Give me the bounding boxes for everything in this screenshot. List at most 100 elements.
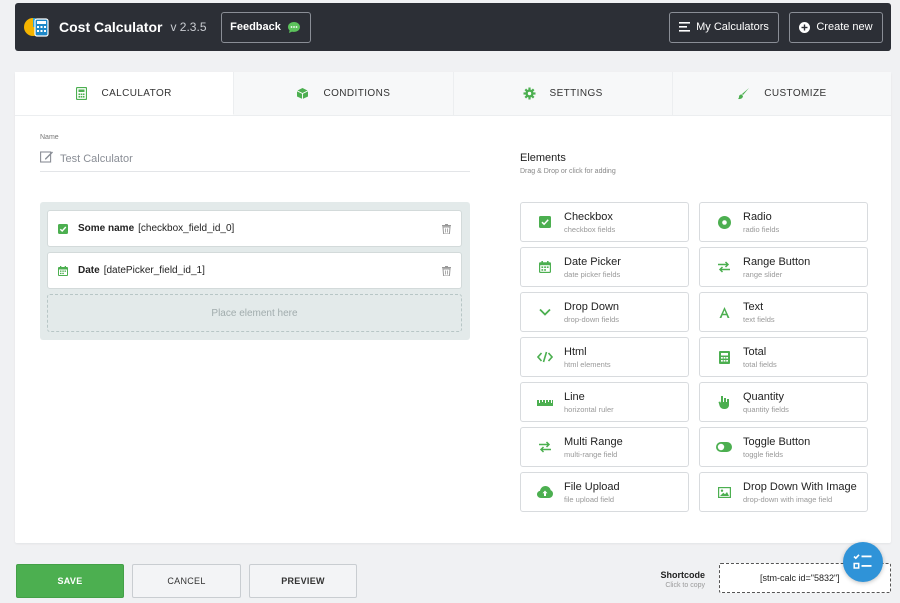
chat-bubble-icon [287, 21, 301, 34]
checkbox-icon [537, 214, 553, 230]
element-total[interactable]: Total total fields [699, 337, 868, 377]
element-drop-down[interactable]: Drop Down drop-down fields [520, 292, 689, 332]
element-drop-down-with-image[interactable]: Drop Down With Image drop-down with image… [699, 472, 868, 512]
top-bar: Cost Calculator v 2.3.5 Feedback My Calc… [15, 3, 891, 51]
checkbox-icon [58, 223, 68, 234]
element-desc: text fields [743, 314, 775, 324]
element-name: Quantity [743, 390, 784, 403]
element-desc: html elements [564, 359, 611, 369]
element-name: Drop Down [564, 300, 620, 313]
calculator-drop-zone[interactable]: Some name [checkbox_field_id_0] Date [da… [40, 202, 470, 340]
arrows-icon [537, 439, 553, 455]
element-name: Drop Down With Image [743, 480, 857, 493]
calculator-name-field[interactable]: Test Calculator [40, 150, 470, 172]
tab-label: CALCULATOR [101, 87, 172, 99]
element-toggle-button[interactable]: Toggle Button toggle fields [699, 427, 868, 467]
tab-bar: CALCULATOR CONDITIONS SETTINGS CUSTOMIZE [15, 72, 891, 116]
element-name: Line [564, 390, 585, 403]
trash-icon[interactable] [442, 265, 451, 276]
element-desc: total fields [743, 359, 777, 369]
gear-icon [523, 87, 536, 100]
form-field-checkbox[interactable]: Some name [checkbox_field_id_0] [47, 210, 462, 247]
main-panel: CALCULATOR CONDITIONS SETTINGS CUSTOMIZE… [15, 72, 891, 543]
create-new-button[interactable]: Create new [789, 11, 883, 43]
field-name: Some name [78, 223, 135, 234]
list-icon [679, 22, 691, 32]
element-name: Multi Range [564, 435, 623, 448]
checklist-icon [853, 553, 873, 571]
my-calculators-button[interactable]: My Calculators [669, 11, 779, 43]
element-file-upload[interactable]: File Upload file upload field [520, 472, 689, 512]
preview-button[interactable]: PREVIEW [249, 564, 357, 598]
text-icon [716, 304, 732, 320]
app-logo-icon [23, 13, 51, 41]
tab-conditions[interactable]: CONDITIONS [234, 72, 454, 115]
tab-customize[interactable]: CUSTOMIZE [673, 72, 891, 115]
tab-calculator[interactable]: CALCULATOR [15, 72, 235, 115]
radio-icon [716, 214, 732, 230]
calendar-icon [58, 265, 68, 276]
element-name: Range Button [743, 255, 811, 268]
element-desc: toggle fields [743, 449, 784, 459]
brush-icon [737, 87, 750, 100]
shortcode-hint: Click to copy [665, 582, 705, 589]
element-html[interactable]: Html html elements [520, 337, 689, 377]
plus-circle-icon [799, 21, 811, 33]
element-desc: date picker fields [564, 269, 621, 279]
element-name: Total [743, 345, 767, 358]
element-name: Text [743, 300, 764, 313]
arrows-icon [716, 259, 732, 275]
cancel-button[interactable]: CANCEL [132, 564, 241, 598]
element-desc: multi-range field [564, 449, 618, 459]
element-desc: quantity fields [743, 404, 789, 414]
element-date-picker[interactable]: Date Picker date picker fields [520, 247, 689, 287]
element-text[interactable]: Text text fields [699, 292, 868, 332]
my-calculators-label: My Calculators [696, 21, 769, 33]
elements-grid: Checkbox checkbox fields Radio radio field… [520, 202, 868, 514]
element-radio[interactable]: Radio radio fields [699, 202, 868, 242]
code-icon [537, 349, 553, 365]
trash-icon[interactable] [442, 223, 451, 234]
save-button[interactable]: SAVE [16, 564, 124, 598]
ruler-icon [537, 394, 553, 410]
element-name: Checkbox [564, 210, 613, 223]
form-field-date[interactable]: Date [datePicker_field_id_1] [47, 252, 462, 289]
element-line[interactable]: Line horizontal ruler [520, 382, 689, 422]
drop-placeholder[interactable]: Place element here [47, 294, 462, 332]
hand-icon [716, 394, 732, 410]
element-checkbox[interactable]: Checkbox checkbox fields [520, 202, 689, 242]
element-multi-range[interactable]: Multi Range multi-range field [520, 427, 689, 467]
app-title: Cost Calculator [59, 19, 163, 35]
app-version: v 2.3.5 [170, 20, 207, 34]
tab-label: CONDITIONS [323, 88, 391, 99]
field-id: [checkbox_field_id_0] [138, 223, 235, 234]
field-name: Date [78, 265, 100, 276]
quick-menu-button[interactable] [843, 542, 883, 582]
shortcode-label: Shortcode [660, 570, 705, 580]
image-icon [716, 484, 732, 500]
tab-label: SETTINGS [549, 88, 603, 99]
element-quantity[interactable]: Quantity quantity fields [699, 382, 868, 422]
element-name: Toggle Button [743, 435, 811, 448]
calculator-icon [76, 86, 88, 100]
name-label: Name [40, 134, 59, 141]
calculator-icon [716, 349, 732, 365]
feedback-button[interactable]: Feedback [220, 11, 311, 43]
elements-title: Elements [520, 152, 566, 164]
elements-subtitle: Drag & Drop or click for adding [520, 168, 616, 175]
chevron-down-icon [537, 304, 553, 320]
shortcode-value: [stm-calc id="5832"] [760, 573, 840, 583]
element-desc: checkbox fields [564, 224, 616, 234]
calendar-icon [537, 259, 553, 275]
element-name: File Upload [564, 480, 620, 493]
cube-icon [296, 87, 309, 100]
field-id: [datePicker_field_id_1] [103, 265, 205, 276]
tab-label: CUSTOMIZE [764, 88, 827, 99]
element-range-button[interactable]: Range Button range slider [699, 247, 868, 287]
element-desc: file upload field [564, 494, 615, 504]
element-name: Html [564, 345, 587, 358]
tab-settings[interactable]: SETTINGS [454, 72, 673, 115]
element-desc: drop-down with image field [743, 494, 833, 504]
element-desc: horizontal ruler [564, 404, 614, 414]
create-new-label: Create new [816, 21, 873, 33]
